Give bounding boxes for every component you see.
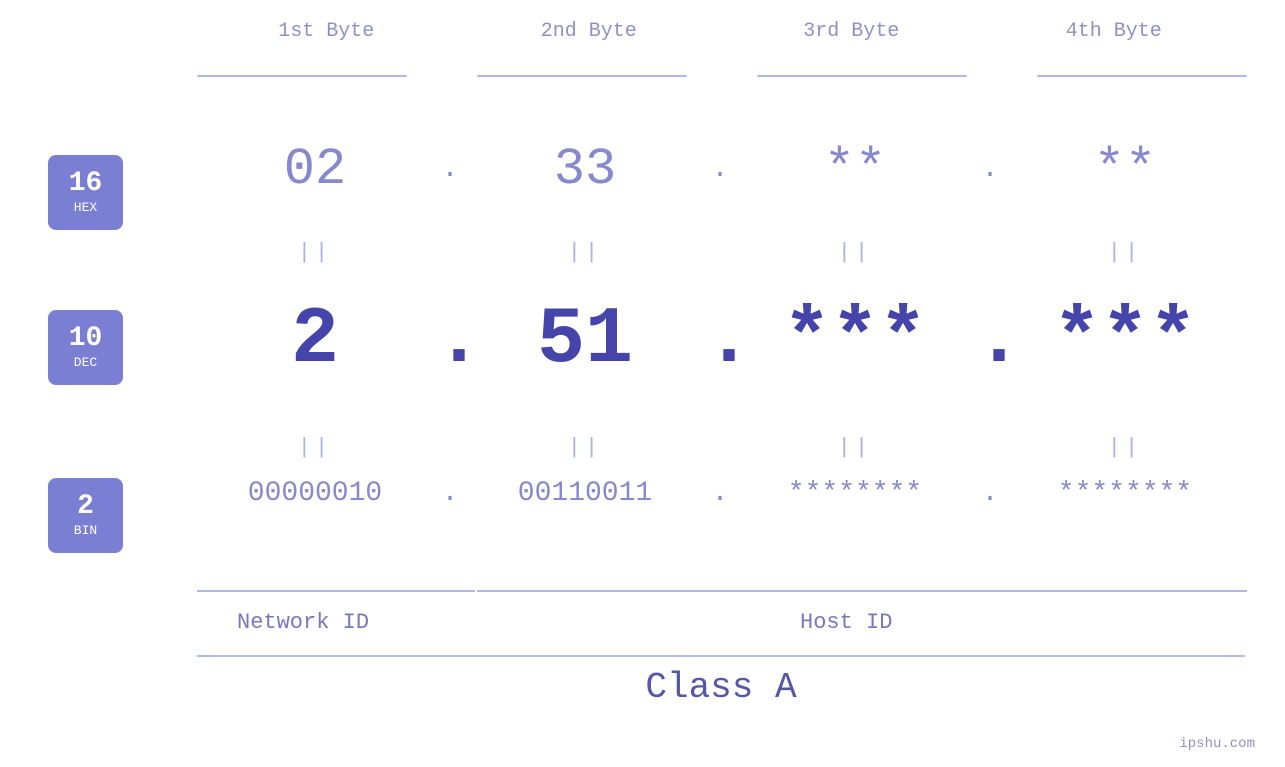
badge-dec: 10 DEC bbox=[48, 310, 123, 385]
dec-dot-2: . bbox=[705, 295, 735, 386]
class-a-line bbox=[197, 655, 1245, 657]
bin-val-3: ******** bbox=[735, 478, 975, 509]
dbar-sep-3 bbox=[975, 240, 1005, 265]
dbar-sep-2 bbox=[705, 240, 735, 265]
dec-dot-1: . bbox=[435, 295, 465, 386]
col-header-2: 2nd Byte bbox=[458, 20, 721, 43]
class-a-container: Class A bbox=[197, 655, 1245, 708]
dec-val-3: *** bbox=[735, 295, 975, 386]
hex-dot-3: . bbox=[975, 154, 1005, 185]
dbar-2-2: || bbox=[465, 435, 705, 460]
bottom-bracket-host bbox=[477, 590, 1247, 592]
dec-val-4: *** bbox=[1005, 295, 1245, 386]
dec-val-1: 2 bbox=[195, 295, 435, 386]
badge-dec-number: 10 bbox=[69, 325, 103, 353]
dbar-2-3: || bbox=[735, 435, 975, 460]
badge-hex-label: HEX bbox=[74, 200, 97, 215]
badge-bin-label: BIN bbox=[74, 523, 97, 538]
watermark: ipshu.com bbox=[1179, 736, 1255, 752]
hex-val-4: ** bbox=[1005, 140, 1245, 199]
dbar-1-4: || bbox=[1005, 240, 1245, 265]
bin-dot-3: . bbox=[975, 478, 1005, 509]
hex-val-3: ** bbox=[735, 140, 975, 199]
dbar-1-3: || bbox=[735, 240, 975, 265]
bin-val-1: 00000010 bbox=[195, 478, 435, 509]
dbar-2-4: || bbox=[1005, 435, 1245, 460]
row-bin: 00000010 . 00110011 . ******** . *******… bbox=[195, 478, 1245, 509]
bracket-line-1 bbox=[197, 75, 407, 77]
bin-val-4: ******** bbox=[1005, 478, 1245, 509]
hex-dot-1: . bbox=[435, 154, 465, 185]
bracket-line-3 bbox=[757, 75, 967, 77]
row-hex: 02 . 33 . ** . ** bbox=[195, 140, 1245, 199]
badge-dec-label: DEC bbox=[74, 355, 97, 370]
double-bars-1: || || || || bbox=[195, 240, 1245, 265]
hex-val-2: 33 bbox=[465, 140, 705, 199]
badge-hex-number: 16 bbox=[69, 170, 103, 198]
bracket-line-4 bbox=[1037, 75, 1247, 77]
col-header-3: 3rd Byte bbox=[720, 20, 983, 43]
row-dec: 2 . 51 . *** . *** bbox=[195, 295, 1245, 386]
dbar-1-2: || bbox=[465, 240, 705, 265]
badge-hex: 16 HEX bbox=[48, 155, 123, 230]
network-id-label: Network ID bbox=[237, 610, 369, 635]
badge-bin-number: 2 bbox=[77, 493, 94, 521]
col-header-4: 4th Byte bbox=[983, 20, 1246, 43]
dbar-sep-6 bbox=[975, 435, 1005, 460]
badge-bin: 2 BIN bbox=[48, 478, 123, 553]
dbar-2-1: || bbox=[195, 435, 435, 460]
bottom-bracket-network bbox=[197, 590, 475, 592]
hex-dot-2: . bbox=[705, 154, 735, 185]
bracket-line-2 bbox=[477, 75, 687, 77]
class-a-label: Class A bbox=[197, 667, 1245, 708]
bin-val-2: 00110011 bbox=[465, 478, 705, 509]
dbar-1-1: || bbox=[195, 240, 435, 265]
dbar-sep-5 bbox=[705, 435, 735, 460]
dbar-sep-4 bbox=[435, 435, 465, 460]
bin-dot-2: . bbox=[705, 478, 735, 509]
dbar-sep-1 bbox=[435, 240, 465, 265]
col-header-1: 1st Byte bbox=[195, 20, 458, 43]
double-bars-2: || || || || bbox=[195, 435, 1245, 460]
dec-val-2: 51 bbox=[465, 295, 705, 386]
dec-dot-3: . bbox=[975, 295, 1005, 386]
main-container: 16 HEX 10 DEC 2 BIN 1st Byte 2nd Byte 3r… bbox=[0, 0, 1285, 767]
hex-val-1: 02 bbox=[195, 140, 435, 199]
bin-dot-1: . bbox=[435, 478, 465, 509]
column-headers: 1st Byte 2nd Byte 3rd Byte 4th Byte bbox=[195, 20, 1245, 43]
host-id-label: Host ID bbox=[800, 610, 892, 635]
